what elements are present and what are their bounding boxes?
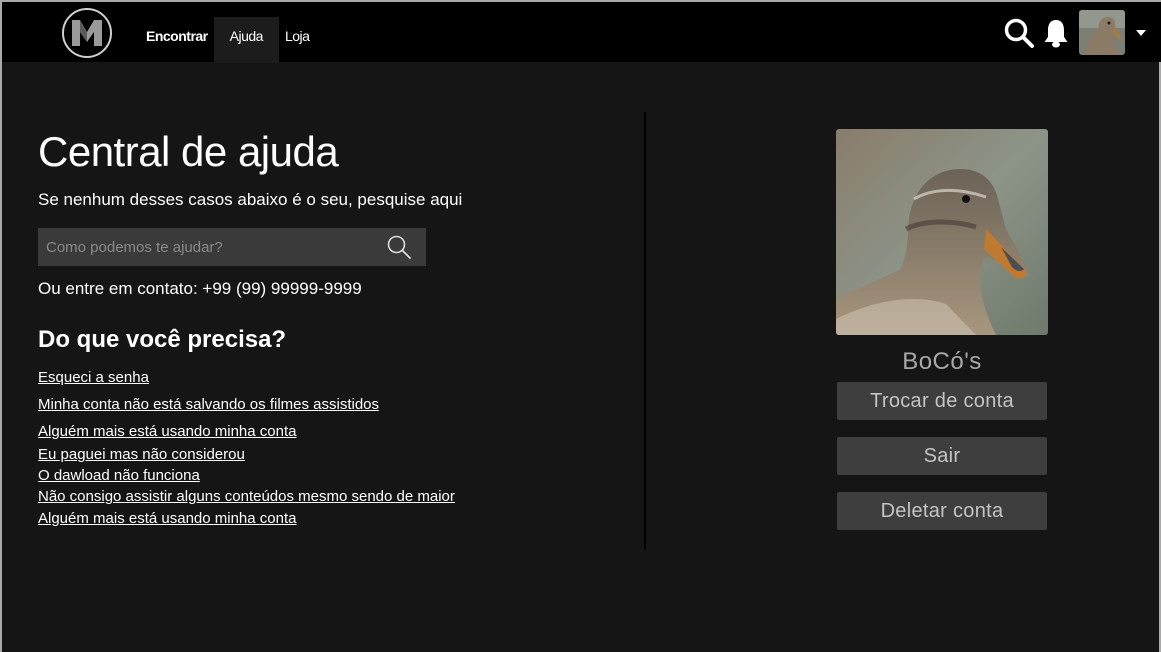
help-subtitle: Se nenhum desses casos abaixo é o seu, p… xyxy=(38,190,463,209)
nav-item-loja[interactable]: Loja xyxy=(279,17,315,63)
profile-photo xyxy=(836,129,1048,335)
switch-account-button[interactable]: Trocar de conta xyxy=(837,382,1047,420)
help-center: Central de ajuda Se nenhum desses casos … xyxy=(38,126,638,528)
help-search-input[interactable] xyxy=(38,228,426,266)
contact-text: Ou entre em contato: +99 (99) 99999-9999 xyxy=(38,279,362,298)
help-link-age-restricted[interactable]: Não consigo assistir alguns conteúdos me… xyxy=(38,487,455,506)
profile-name: BoCó's xyxy=(902,348,982,375)
help-link-not-saving[interactable]: Minha conta não está salvando os filmes … xyxy=(38,395,379,414)
help-link-someone-using-2[interactable]: Alguém mais está usando minha conta xyxy=(38,509,296,528)
help-link-someone-using[interactable]: Alguém mais está usando minha conta xyxy=(38,422,296,441)
main-nav: Encontrar Ajuda Loja xyxy=(140,17,315,63)
help-link-forgot-password[interactable]: Esqueci a senha xyxy=(38,368,149,387)
column-divider xyxy=(644,112,646,550)
search-icon[interactable] xyxy=(1003,17,1035,49)
help-link-payment[interactable]: Eu paguei mas não considerou xyxy=(38,445,245,464)
brand-logo[interactable] xyxy=(62,8,112,58)
logout-button[interactable]: Sair xyxy=(837,437,1047,475)
delete-account-button[interactable]: Deletar conta xyxy=(837,492,1047,530)
help-search-box xyxy=(38,228,426,266)
caret-down-icon[interactable] xyxy=(1135,29,1147,37)
help-link-download[interactable]: O dawload não funciona xyxy=(38,466,200,485)
nav-item-encontrar[interactable]: Encontrar xyxy=(140,17,214,63)
avatar[interactable] xyxy=(1079,10,1125,55)
logo-icon xyxy=(72,20,102,46)
top-bar: Encontrar Ajuda Loja xyxy=(2,2,1161,63)
top-actions xyxy=(1003,10,1151,55)
nav-item-ajuda[interactable]: Ajuda xyxy=(213,17,279,63)
page-title: Central de ajuda xyxy=(38,128,339,175)
help-links: Esqueci a senha Minha conta não está sal… xyxy=(38,368,638,528)
section-title: Do que você precisa? xyxy=(38,326,287,353)
search-icon[interactable] xyxy=(386,234,412,265)
bell-icon[interactable] xyxy=(1043,18,1069,48)
